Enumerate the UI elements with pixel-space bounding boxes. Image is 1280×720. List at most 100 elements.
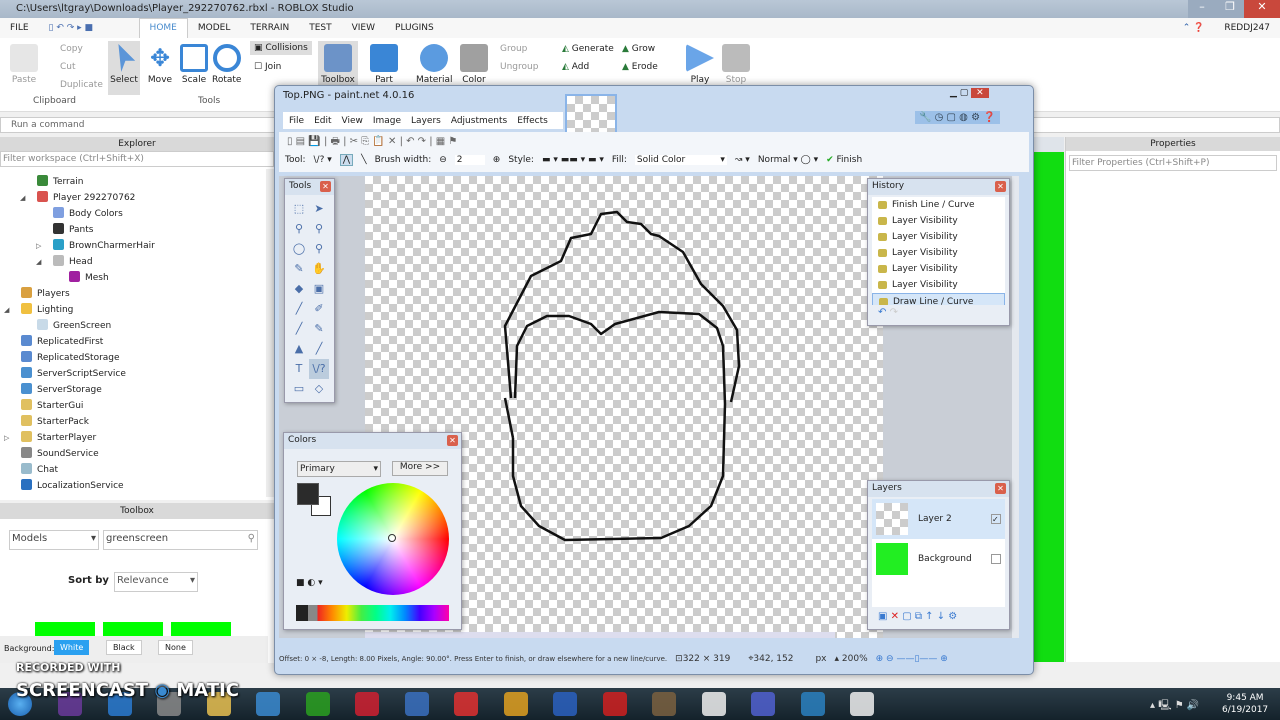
clock[interactable]: 9:45 AM 6/19/2017: [1222, 692, 1268, 716]
layer-visibility-checkbox[interactable]: ✓: [991, 514, 1001, 524]
expander-icon[interactable]: ◢: [4, 302, 9, 318]
tab-view[interactable]: VIEW: [342, 23, 385, 33]
layer-visibility-checkbox[interactable]: [991, 554, 1001, 564]
window-toggle-icons[interactable]: 🔧 ◷ ▢ ◍ ⚙ ❓: [915, 111, 1000, 124]
ungroup-button[interactable]: Ungroup: [500, 62, 538, 72]
history-item[interactable]: Layer Visibility: [872, 245, 1005, 261]
taskbar-app-icon[interactable]: [553, 692, 577, 716]
explorer-item[interactable]: ◢ Head: [0, 254, 274, 270]
file-toolbar-icons[interactable]: ▯ ▤ 💾 | 🖶 | ✂ ⎘ 📋 ✕ | ↶ ↷ | ▦ ⚑: [287, 134, 457, 151]
layer-row[interactable]: Background: [872, 539, 1005, 579]
curve-mode-icon[interactable]: ⋀: [339, 154, 354, 166]
group-button[interactable]: Group: [500, 44, 527, 54]
menu-effects[interactable]: Effects: [517, 116, 548, 126]
model-result[interactable]: [35, 622, 95, 636]
tool-select-dropdown[interactable]: \/? ▾: [314, 155, 332, 165]
taskbar-app-icon[interactable]: [602, 692, 627, 716]
history-item[interactable]: Layer Visibility: [872, 277, 1005, 293]
brush-width-input[interactable]: 2: [454, 155, 485, 165]
taskbar-app-icon[interactable]: [503, 692, 528, 716]
minimize-button[interactable]: –: [1188, 0, 1216, 18]
properties-filter-input[interactable]: Filter Properties (Ctrl+Shift+P): [1069, 155, 1277, 171]
tab-terrain[interactable]: TERRAIN: [240, 23, 299, 33]
taskbar-app-icon[interactable]: [701, 692, 726, 716]
tool-palette[interactable]: ⬚ ➤ ⚲ ⚲ ◯ ⚲ ✎ ✋ ◆ ▣ ╱ ✐ ╱ ✎ ▲ ╱ T \/? ▭ ◇: [285, 195, 334, 403]
user-menu[interactable]: REDDJ247: [1214, 23, 1280, 33]
tab-plugins[interactable]: PLUGINS: [385, 23, 444, 33]
close-icon[interactable]: ✕: [995, 181, 1006, 192]
tab-home[interactable]: HOME: [138, 18, 188, 38]
taskbar-app-icon[interactable]: [454, 692, 478, 716]
explorer-filter-input[interactable]: Filter workspace (Ctrl+Shift+X): [0, 151, 274, 167]
close-button[interactable]: ✕: [1244, 0, 1280, 18]
explorer-item[interactable]: Body Colors: [0, 206, 274, 222]
layer-action-buttons[interactable]: ▣ ✕ ▢ ⧉ ↑ ↓ ⚙: [878, 611, 957, 622]
history-item[interactable]: Layer Visibility: [872, 213, 1005, 229]
paste-button[interactable]: Paste: [10, 44, 38, 85]
material-button[interactable]: Material: [416, 44, 453, 85]
play-button[interactable]: Play: [686, 44, 714, 85]
join-toggle[interactable]: ☐ Join: [254, 62, 281, 72]
explorer-item[interactable]: ServerStorage: [0, 382, 274, 398]
taskbar-app-icon[interactable]: [355, 692, 379, 716]
close-icon[interactable]: ✕: [995, 483, 1006, 494]
fill-dropdown[interactable]: Solid Color ▾: [634, 155, 727, 165]
expander-icon[interactable]: ▷: [36, 238, 41, 254]
zoom-controls[interactable]: ⊕ ⊖ ——▯—— ⊕: [876, 654, 948, 664]
brush-increase[interactable]: ⊕: [493, 155, 501, 165]
blend-mode-dropdown[interactable]: Normal ▾ ◯ ▾: [758, 155, 818, 165]
collisions-toggle[interactable]: ▣ Collisions: [250, 41, 312, 55]
color-palette[interactable]: [296, 605, 449, 621]
rotate-button[interactable]: Rotate: [212, 44, 241, 85]
menu-edit[interactable]: Edit: [314, 116, 331, 126]
explorer-item[interactable]: Mesh: [0, 270, 274, 286]
explorer-item[interactable]: ReplicatedFirst: [0, 334, 274, 350]
taskbar-app-icon[interactable]: [800, 692, 825, 716]
model-result[interactable]: [103, 622, 163, 636]
duplicate-button[interactable]: Duplicate: [60, 80, 103, 90]
bg-black-button[interactable]: Black: [106, 640, 142, 655]
toolbox-button[interactable]: Toolbox: [318, 41, 358, 85]
units-dropdown[interactable]: px: [815, 654, 826, 664]
taskbar-app-icon[interactable]: [850, 692, 874, 716]
cut-button[interactable]: Cut: [60, 62, 76, 72]
quick-access-toolbar[interactable]: ▯ ↶ ↷ ▸ ■: [39, 23, 139, 33]
taskbar-app-icon[interactable]: [652, 692, 676, 716]
undo-redo-buttons[interactable]: ↶ ↷: [878, 307, 898, 318]
color-button[interactable]: Color: [460, 44, 488, 85]
explorer-item[interactable]: Terrain: [0, 174, 274, 190]
explorer-item[interactable]: Players: [0, 286, 274, 302]
explorer-item[interactable]: Pants: [0, 222, 274, 238]
explorer-item[interactable]: StarterPack: [0, 414, 274, 430]
finish-button[interactable]: ✔ Finish: [826, 155, 862, 165]
toolbox-search-input[interactable]: greenscreen ⚲: [103, 530, 258, 550]
explorer-item[interactable]: ◢ Lighting: [0, 302, 274, 318]
paintnet-window-controls[interactable]: ▁ ▢ ✕: [950, 88, 989, 98]
color-wheel[interactable]: [337, 483, 449, 595]
canvas-vertical-scrollbar[interactable]: [1012, 176, 1019, 638]
explorer-item[interactable]: Chat: [0, 462, 274, 478]
close-icon[interactable]: ✕: [320, 181, 331, 192]
select-button[interactable]: Select: [108, 41, 140, 95]
more-button[interactable]: More >>: [392, 461, 448, 476]
sort-dropdown[interactable]: Relevance ▾: [114, 572, 198, 592]
explorer-item[interactable]: ▷ StarterPlayer: [0, 430, 274, 446]
grow-button[interactable]: ▲ Grow: [622, 44, 655, 54]
move-button[interactable]: ✥ Move: [146, 44, 174, 85]
style-dropdowns[interactable]: ▬ ▾ ▬▬ ▾ ▬ ▾: [542, 155, 604, 165]
brush-decrease[interactable]: ⊖: [439, 155, 447, 165]
antialias-dropdown[interactable]: ↝ ▾: [735, 155, 750, 165]
taskbar-app-icon[interactable]: [305, 692, 330, 716]
explorer-item[interactable]: ◢ Player 292270762: [0, 190, 274, 206]
zoom-level[interactable]: ▴ 200%: [835, 654, 868, 664]
history-item[interactable]: Layer Visibility: [872, 229, 1005, 245]
menu-adjustments[interactable]: Adjustments: [451, 116, 507, 126]
menu-view[interactable]: View: [342, 116, 363, 126]
part-button[interactable]: Part: [370, 44, 398, 85]
layer-row[interactable]: Layer 2 ✓: [872, 499, 1005, 539]
tab-model[interactable]: MODEL: [188, 23, 240, 33]
color-mode-dropdown[interactable]: Primary ▾: [297, 461, 381, 477]
expander-icon[interactable]: ▷: [4, 430, 9, 446]
explorer-item[interactable]: ServerScriptService: [0, 366, 274, 382]
line-mode-icon[interactable]: ╲: [361, 155, 366, 165]
